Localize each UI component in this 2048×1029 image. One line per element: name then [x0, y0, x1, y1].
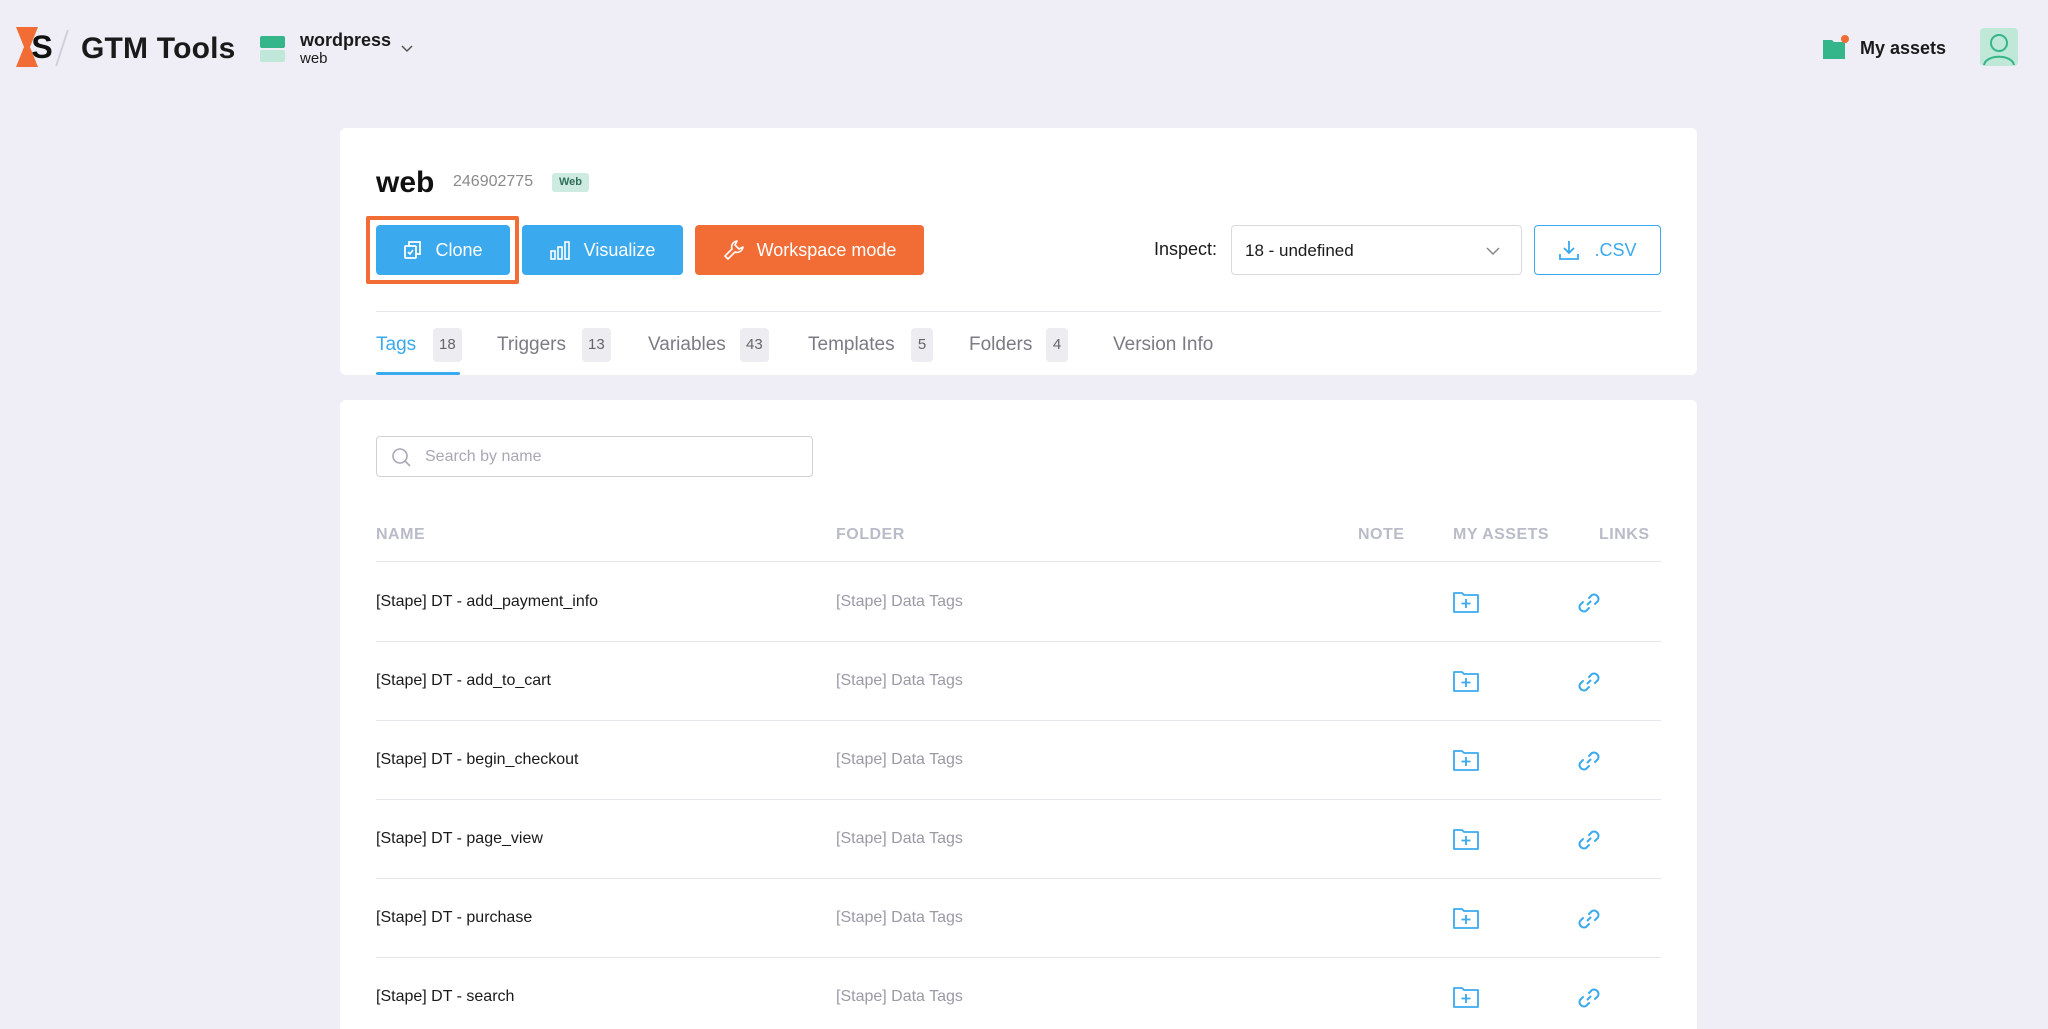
- search-box: [376, 436, 813, 477]
- app-title: GTM Tools: [81, 32, 236, 65]
- clone-button[interactable]: Clone: [376, 225, 510, 275]
- chevron-down-icon: [1486, 247, 1500, 256]
- folder-plus-icon[interactable]: [1452, 906, 1480, 930]
- workspace-mode-button-label: Workspace mode: [756, 239, 897, 260]
- download-icon: [1559, 241, 1580, 260]
- container-header-card: web 246902775 Web Clone Visualize Worksp…: [340, 128, 1697, 375]
- tag-folder: [Stape] Data Tags: [836, 751, 963, 768]
- tag-folder: [Stape] Data Tags: [836, 830, 963, 847]
- tag-folder: [Stape] Data Tags: [836, 672, 963, 689]
- clone-icon: [404, 241, 422, 259]
- link-icon[interactable]: [1575, 905, 1603, 933]
- tab-count-badge: 5: [911, 328, 933, 362]
- column-header-folder: FOLDER: [836, 526, 905, 543]
- visualize-button-label: Visualize: [583, 239, 656, 260]
- table-row: [Stape] DT - page_view [Stape] Data Tags: [376, 800, 1661, 879]
- folder-plus-icon[interactable]: [1452, 985, 1480, 1009]
- container-picker[interactable]: wordpress web: [258, 29, 428, 69]
- wrench-icon: [723, 240, 744, 260]
- inspect-select-value: 18 - undefined: [1245, 241, 1354, 260]
- table-row: [Stape] DT - begin_checkout [Stape] Data…: [376, 721, 1661, 800]
- my-assets-label: My assets: [1860, 38, 1947, 58]
- tab-count-badge: 43: [740, 328, 769, 362]
- link-icon[interactable]: [1575, 589, 1603, 617]
- inspect-version-select[interactable]: 18 - undefined: [1231, 225, 1522, 275]
- tab-label: Folders: [969, 334, 1033, 355]
- container-name: wordpress: [300, 30, 392, 50]
- logo-divider: [55, 30, 69, 66]
- tab-label: Tags: [376, 334, 417, 355]
- chevron-down-icon: [401, 45, 413, 53]
- tag-name[interactable]: [Stape] DT - begin_checkout: [376, 751, 579, 769]
- container-id: 246902775: [453, 173, 534, 190]
- workspace-mode-button[interactable]: Workspace mode: [695, 225, 924, 275]
- table-row: [Stape] DT - add_to_cart [Stape] Data Ta…: [376, 642, 1661, 721]
- tag-name[interactable]: [Stape] DT - add_payment_info: [376, 593, 598, 611]
- page-title: web: [376, 166, 435, 199]
- my-assets-link[interactable]: My assets: [1820, 33, 1950, 65]
- clone-button-label: Clone: [435, 239, 483, 260]
- folder-plus-icon[interactable]: [1452, 590, 1480, 614]
- tag-folder: [Stape] Data Tags: [836, 909, 963, 926]
- inspect-label: Inspect:: [1154, 239, 1218, 259]
- tag-name[interactable]: [Stape] DT - purchase: [376, 909, 532, 927]
- tab-count-badge: 4: [1046, 328, 1068, 362]
- user-avatar-icon[interactable]: [1980, 28, 2018, 66]
- folder-notification-icon: [1823, 35, 1849, 59]
- tab-label: Version Info: [1113, 334, 1214, 355]
- link-icon[interactable]: [1575, 747, 1603, 775]
- stape-logo-icon[interactable]: S: [16, 27, 56, 67]
- column-header-my-assets: MY ASSETS: [1453, 526, 1550, 543]
- search-input[interactable]: [425, 437, 805, 476]
- tab-label: Variables: [648, 334, 726, 355]
- export-csv-button[interactable]: .CSV: [1534, 225, 1661, 275]
- table-row: [Stape] DT - purchase [Stape] Data Tags: [376, 879, 1661, 958]
- type-badge: Web: [552, 173, 590, 192]
- table-row: [Stape] DT - add_payment_info [Stape] Da…: [376, 563, 1661, 642]
- search-icon: [392, 448, 411, 467]
- tab-count-badge: 13: [582, 328, 611, 362]
- tab-variables[interactable]: Variables 43: [648, 324, 776, 375]
- tags-table-card: NAME FOLDER NOTE MY ASSETS LINKS [Stape]…: [340, 400, 1697, 1029]
- folder-plus-icon[interactable]: [1452, 669, 1480, 693]
- link-icon[interactable]: [1575, 826, 1603, 854]
- visualize-button[interactable]: Visualize: [522, 225, 683, 275]
- tab-folders[interactable]: Folders 4: [969, 324, 1069, 375]
- folder-plus-icon[interactable]: [1452, 748, 1480, 772]
- top-bar: S GTM Tools wordpress web My assets: [0, 0, 2048, 100]
- folder-plus-icon[interactable]: [1452, 827, 1480, 851]
- link-icon[interactable]: [1575, 668, 1603, 696]
- tag-folder: [Stape] Data Tags: [836, 988, 963, 1005]
- tag-name[interactable]: [Stape] DT - add_to_cart: [376, 672, 551, 690]
- export-csv-label: .CSV: [1594, 239, 1637, 260]
- tab-label: Templates: [808, 334, 895, 355]
- link-icon[interactable]: [1575, 984, 1603, 1012]
- tab-count-badge: 18: [433, 328, 462, 362]
- tag-folder: [Stape] Data Tags: [836, 593, 963, 610]
- header-divider: [376, 311, 1661, 312]
- bar-chart-icon: [549, 241, 570, 260]
- tab-templates[interactable]: Templates 5: [808, 324, 934, 375]
- tag-name[interactable]: [Stape] DT - page_view: [376, 830, 543, 848]
- svg-text:S: S: [31, 29, 52, 65]
- column-header-links: LINKS: [1599, 526, 1650, 543]
- table-header: NAME FOLDER NOTE MY ASSETS LINKS: [376, 526, 1661, 562]
- column-header-name: NAME: [376, 526, 426, 543]
- column-header-note: NOTE: [1358, 526, 1405, 543]
- container-icon: [260, 36, 285, 62]
- container-sub: web: [300, 50, 328, 67]
- table-row: [Stape] DT - search [Stape] Data Tags: [376, 958, 1661, 1029]
- active-tab-indicator: [376, 372, 460, 375]
- tab-triggers[interactable]: Triggers 13: [497, 324, 613, 375]
- tab-label: Triggers: [497, 334, 566, 355]
- tab-version-info[interactable]: Version Info: [1113, 324, 1223, 375]
- tab-tags[interactable]: Tags 18: [376, 324, 462, 375]
- tag-name[interactable]: [Stape] DT - search: [376, 988, 514, 1006]
